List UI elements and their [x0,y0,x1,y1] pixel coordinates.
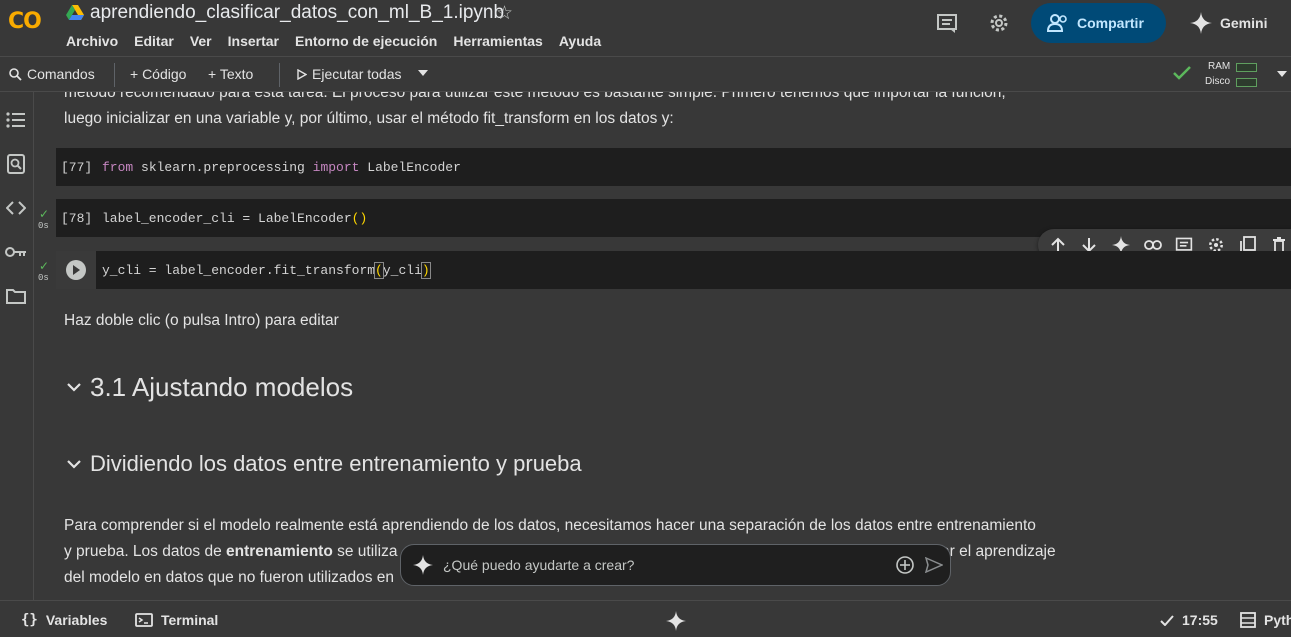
run-all-dropdown-chevron-icon[interactable] [417,69,429,77]
menu-bar: Archivo Editar Ver Insertar Entorno de e… [66,33,617,49]
execution-count: [77] [61,160,93,175]
disk-usage-bar [1236,78,1257,87]
colab-logo[interactable]: CO [8,9,42,34]
run-all-button[interactable]: Ejecutar todas [297,66,402,82]
collapse-chevron-icon[interactable] [64,459,84,469]
share-label: Compartir [1077,15,1144,31]
menu-entorno[interactable]: Entorno de ejecución [295,33,437,49]
code-line[interactable]: label_encoder_cli = LabelEncoder() [102,211,367,226]
runtime-icon [1240,612,1256,628]
menu-herramientas[interactable]: Herramientas [453,33,543,49]
notebook-content[interactable]: método recomendado para esta tarea. El p… [35,92,1291,600]
send-icon[interactable] [925,557,943,573]
section-heading-2[interactable]: Dividiendo los datos entre entrenamiento… [64,451,582,477]
collapse-chevron-icon[interactable] [64,383,84,392]
cell-success-check-icon: ✓ [39,207,50,221]
ram-usage-bar [1236,63,1257,72]
gemini-sparkle-icon [1190,12,1212,34]
menu-editar[interactable]: Editar [134,33,174,49]
connected-check-icon[interactable] [1172,65,1192,81]
code-cell-import[interactable]: [77] from sklearn.preprocessing import L… [56,148,1291,186]
code-cell-fit-transform[interactable]: y_cli = label_encoder.fit_transform(y_cl… [56,251,1291,289]
status-bar: {} Variables Terminal 17:55 Pyth [0,600,1291,637]
cell-exec-time: 0s [38,273,49,283]
share-button[interactable]: Compartir [1031,3,1166,43]
google-drive-icon[interactable] [66,5,84,21]
app-header: CO aprendiendo_clasificar_datos_con_ml_B… [0,0,1291,56]
find-replace-icon[interactable] [5,153,27,175]
execution-count: [78] [61,211,93,226]
settings-gear-icon[interactable] [987,11,1011,35]
menu-insertar[interactable]: Insertar [228,33,279,49]
variables-button[interactable]: {} Variables [21,612,107,628]
check-icon [1160,614,1174,626]
comments-icon[interactable] [935,11,959,35]
add-circle-icon[interactable] [896,556,914,574]
disk-label: Disco [1205,76,1231,87]
add-code-button[interactable]: + Código [130,66,186,82]
play-icon [297,68,307,80]
code-line[interactable]: y_cli = label_encoder.fit_transform(y_cl… [102,262,431,279]
cell-exec-time: 0s [38,221,49,231]
commands-button[interactable]: Comandos [9,66,95,82]
toolbar-divider [114,63,115,87]
gemini-label: Gemini [1220,15,1268,31]
variables-braces-icon: {} [21,612,38,628]
last-run-status[interactable]: 17:55 [1160,612,1218,628]
people-icon [1047,14,1067,32]
cell-success-check-icon: ✓ [39,259,50,273]
section-heading-1[interactable]: 3.1 Ajustando modelos [64,372,353,403]
star-icon[interactable]: ☆ [496,2,513,25]
ram-label: RAM [1208,61,1231,72]
menu-ver[interactable]: Ver [190,33,212,49]
prompt-placeholder[interactable]: ¿Qué puedo ayudarte a crear? [443,557,634,573]
files-folder-icon[interactable] [5,285,27,307]
code-line[interactable]: from sklearn.preprocessing import LabelE… [102,160,461,175]
terminal-button[interactable]: Terminal [135,612,218,628]
toolbar-divider [279,63,280,87]
edit-hint-text[interactable]: Haz doble clic (o pulsa Intro) para edit… [64,308,339,334]
resources-dropdown-chevron-icon[interactable] [1276,70,1288,78]
left-sidebar-rail [0,92,34,600]
runtime-info[interactable]: Pyth [1240,612,1291,628]
menu-archivo[interactable]: Archivo [66,33,118,49]
code-snippets-icon[interactable] [5,197,27,219]
gemini-prompt-input[interactable]: ¿Qué puedo ayudarte a crear? [400,544,951,586]
table-of-contents-icon[interactable] [5,109,27,131]
search-icon [9,67,22,81]
run-cell-button[interactable] [66,260,86,280]
play-icon [73,265,80,275]
secrets-key-icon[interactable] [5,241,27,263]
gemini-sparkle-icon[interactable] [666,611,686,631]
gemini-button[interactable]: Gemini [1190,12,1267,34]
terminal-icon [135,613,153,627]
add-text-button[interactable]: + Texto [208,66,253,82]
gemini-sparkle-icon [413,555,433,575]
menu-ayuda[interactable]: Ayuda [559,33,601,49]
notebook-title[interactable]: aprendiendo_clasificar_datos_con_ml_B_1.… [90,2,504,24]
notebook-toolbar: Comandos + Código + Texto Ejecutar todas… [0,56,1291,92]
text-cell-intro[interactable]: método recomendado para esta tarea. El p… [64,92,1006,132]
